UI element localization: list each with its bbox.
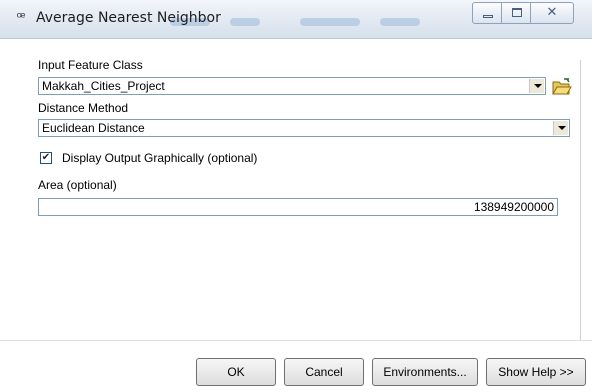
input-feature-class-dropdown[interactable]: Makkah_Cities_Project xyxy=(38,77,546,95)
geoprocessing-tool-icon: ꟹ xyxy=(16,10,26,26)
distance-method-dropdown[interactable]: Euclidean Distance xyxy=(38,119,570,137)
display-output-checkbox[interactable]: ✔ xyxy=(40,152,52,164)
cancel-button[interactable]: Cancel xyxy=(284,358,364,386)
chevron-down-icon[interactable] xyxy=(553,121,568,135)
minimize-icon xyxy=(483,15,493,18)
ok-button[interactable]: OK xyxy=(196,358,276,386)
area-input[interactable]: 138949200000 xyxy=(38,198,558,216)
close-icon: ✕ xyxy=(546,5,558,20)
input-feature-class-label: Input Feature Class xyxy=(38,58,143,72)
panel-scrollbar[interactable] xyxy=(580,60,581,340)
distance-method-value: Euclidean Distance xyxy=(42,121,145,135)
browse-button[interactable] xyxy=(551,77,573,97)
blurred-background xyxy=(300,18,360,26)
environments-button[interactable]: Environments... xyxy=(372,358,478,386)
blurred-background xyxy=(230,18,260,26)
title-bar[interactable]: ꟹ Average Nearest Neighbor ✕ xyxy=(0,0,592,39)
blurred-background xyxy=(380,18,420,26)
maximize-icon xyxy=(512,8,522,17)
window-title: Average Nearest Neighbor xyxy=(36,10,221,26)
chevron-down-icon[interactable] xyxy=(529,79,544,93)
minimize-button[interactable] xyxy=(472,2,502,24)
distance-method-label: Distance Method xyxy=(38,101,129,115)
display-output-label: Display Output Graphically (optional) xyxy=(62,151,258,165)
area-label: Area (optional) xyxy=(38,178,117,192)
divider xyxy=(0,340,592,341)
maximize-button[interactable] xyxy=(501,2,531,24)
show-help-button[interactable]: Show Help >> xyxy=(486,358,586,386)
close-button[interactable]: ✕ xyxy=(530,2,574,24)
open-folder-icon xyxy=(552,78,572,95)
input-feature-class-value: Makkah_Cities_Project xyxy=(42,79,165,93)
